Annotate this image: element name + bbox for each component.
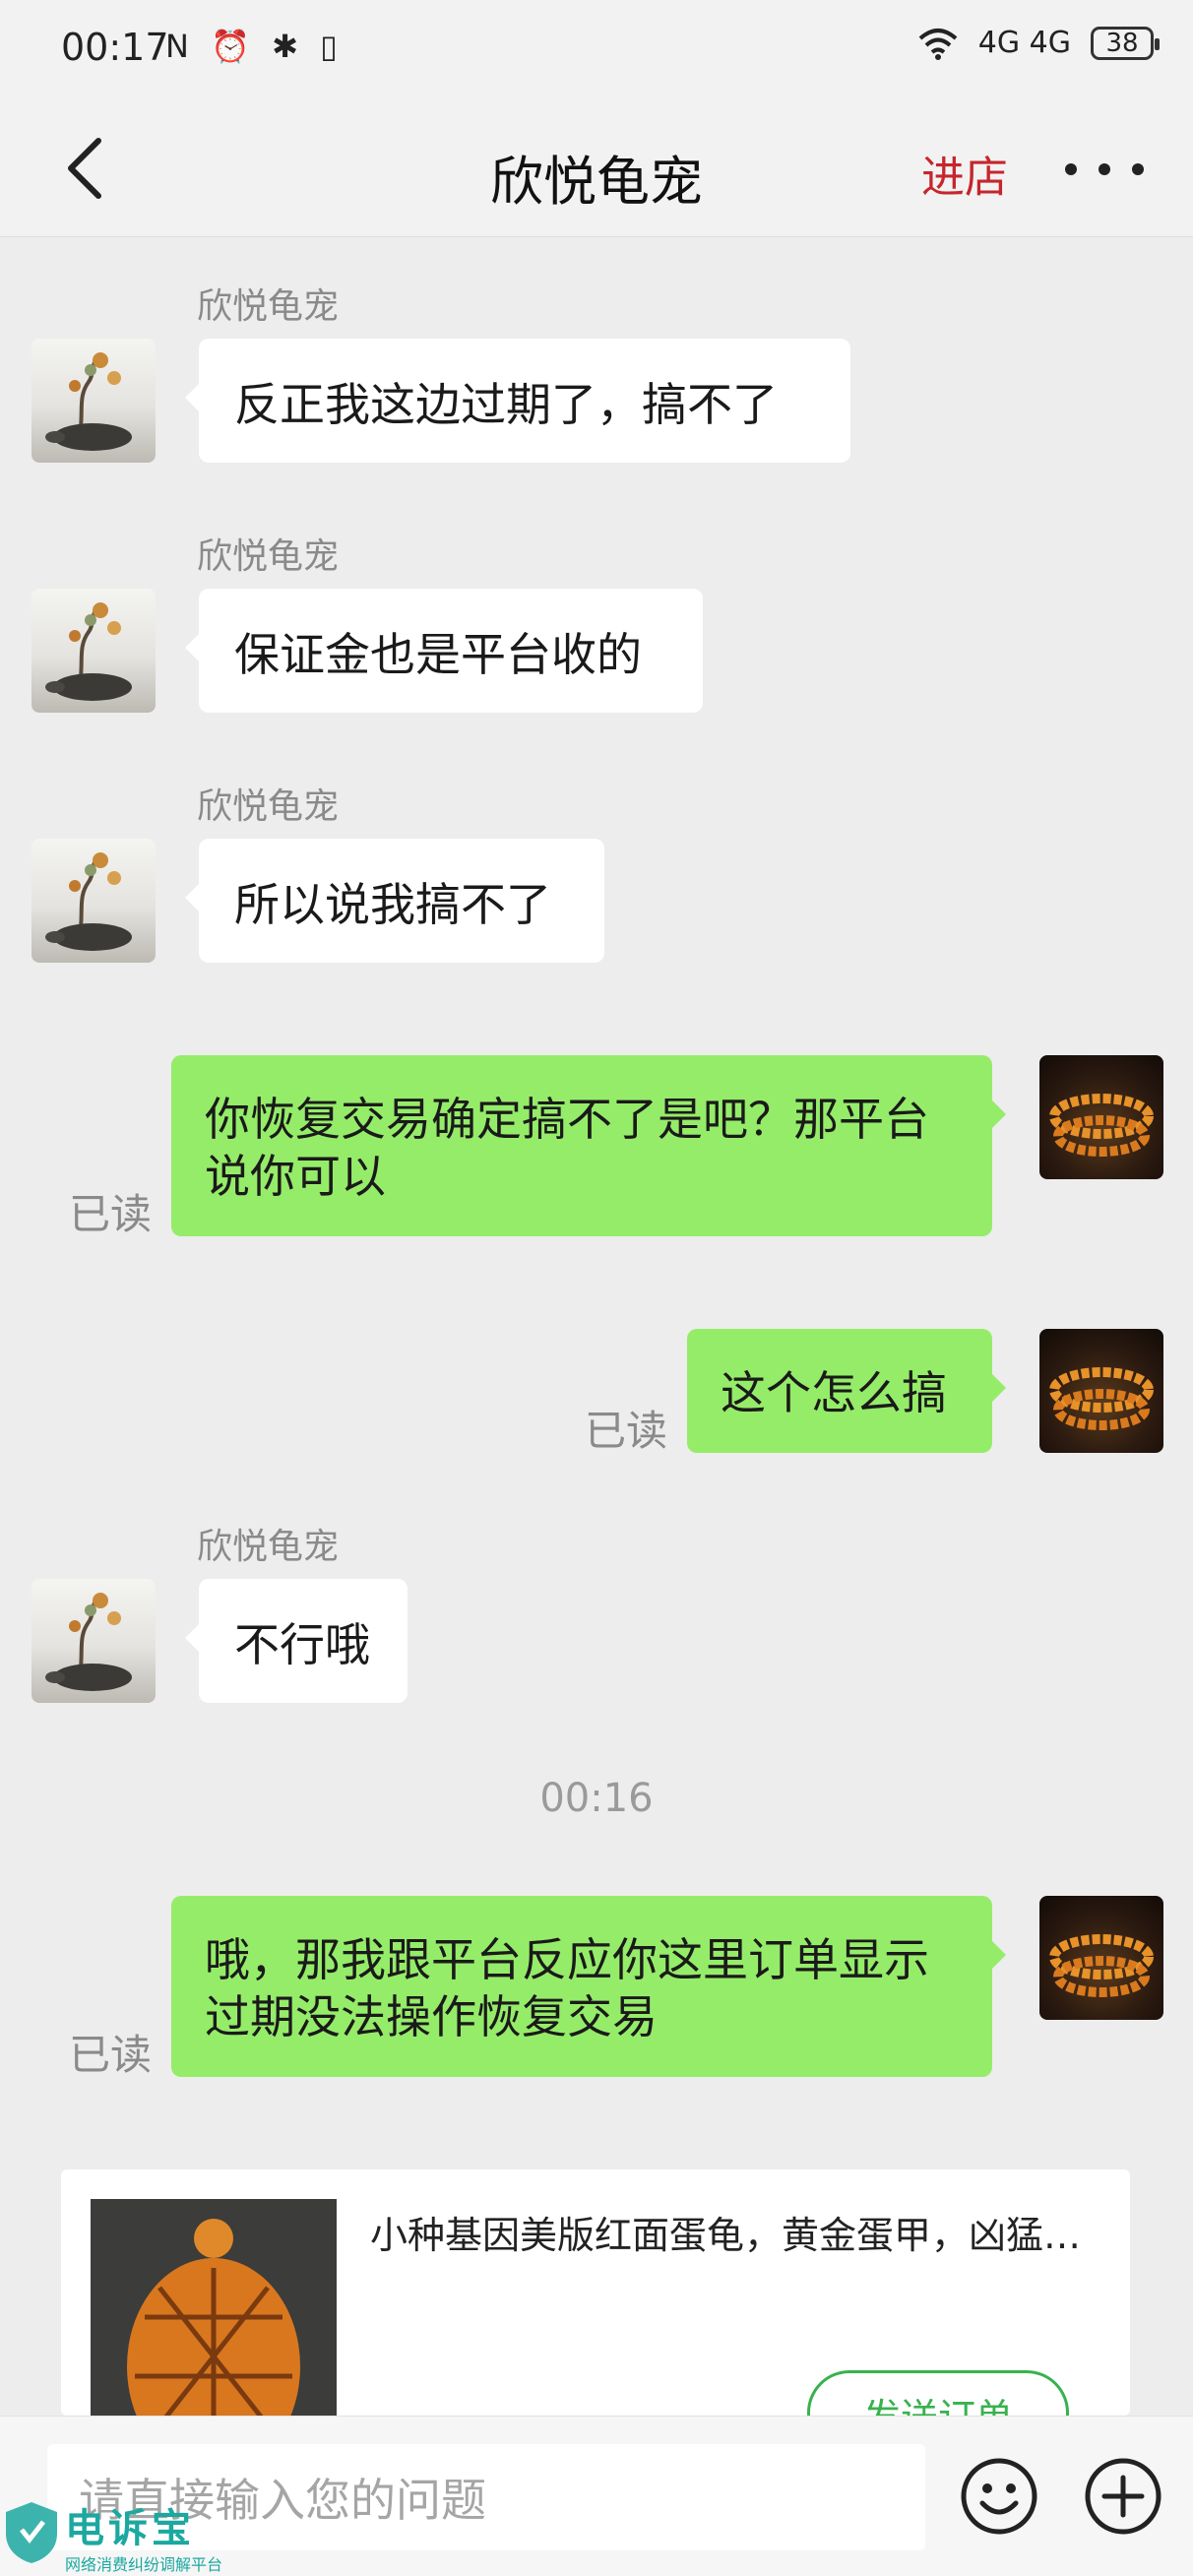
status-time: 00:17 — [61, 26, 169, 69]
smiley-icon — [961, 2458, 1037, 2535]
user-avatar[interactable] — [1039, 1329, 1163, 1453]
read-receipt: 已读 — [69, 2031, 153, 2079]
shield-logo-icon — [6, 2502, 57, 2563]
more-actions-button[interactable] — [1083, 2456, 1163, 2537]
status-right-group: 4G 4G 38 — [917, 26, 1160, 60]
enter-store-link[interactable]: 进店 — [921, 142, 1008, 205]
chat-header: 欣悦龟宠 进店 — [0, 98, 1193, 237]
turtle-bonsai-icon — [45, 852, 132, 951]
emoji-button[interactable] — [959, 2456, 1039, 2537]
turtle-shell-icon — [91, 2199, 337, 2416]
sender-name: 欣悦龟宠 — [197, 786, 340, 827]
incoming-message-bubble[interactable]: 保证金也是平台收的 — [185, 589, 703, 713]
merchant-avatar[interactable] — [31, 839, 156, 963]
wifi-icon — [918, 28, 958, 60]
sender-name: 欣悦龟宠 — [197, 1527, 340, 1567]
back-button[interactable] — [55, 134, 114, 203]
plus-circle-icon — [1085, 2458, 1162, 2535]
merchant-avatar[interactable] — [31, 339, 156, 463]
turtle-bonsai-icon — [45, 602, 132, 701]
status-bar: 00:17 N ⏰ ✱ ▯ 4G 4G 38 — [0, 0, 1193, 98]
signal-icon: 4G 4G — [977, 26, 1071, 60]
battery-icon: 38 — [1091, 26, 1160, 60]
status-indicator-icons: N ⏰ ✱ ▯ — [165, 28, 344, 65]
battery-level: 38 — [1105, 28, 1139, 58]
outgoing-message-bubble[interactable]: 你恢复交易确定搞不了是吧？那平台说你可以 — [171, 1055, 1006, 1236]
more-dot-icon — [1132, 163, 1144, 175]
watermark-text: 电诉宝 — [65, 2506, 195, 2551]
send-order-button[interactable]: 发送订单 — [807, 2370, 1069, 2416]
incoming-message-bubble[interactable]: 不行哦 — [185, 1579, 408, 1703]
chevron-left-icon — [68, 138, 101, 199]
sender-name: 欣悦龟宠 — [197, 286, 340, 327]
more-options-button[interactable] — [1065, 150, 1144, 189]
turtle-bonsai-icon — [45, 352, 132, 451]
message-timestamp: 00:16 — [539, 1776, 654, 1821]
product-thumbnail[interactable] — [91, 2199, 337, 2416]
incoming-message-bubble[interactable]: 反正我这边过期了，搞不了 — [185, 339, 850, 463]
incoming-message-bubble[interactable]: 所以说我搞不了 — [185, 839, 604, 963]
sender-name: 欣悦龟宠 — [197, 536, 340, 577]
amber-beads-icon — [1049, 1367, 1154, 1430]
amber-beads-icon — [1049, 1094, 1154, 1157]
more-dot-icon — [1099, 163, 1110, 175]
amber-beads-icon — [1049, 1934, 1154, 1997]
read-receipt: 已读 — [69, 1190, 153, 1238]
more-dot-icon — [1065, 163, 1077, 175]
watermark: 电诉宝 网络消费纠纷调解平台 — [0, 2496, 226, 2575]
watermark-subtext: 网络消费纠纷调解平台 — [65, 2555, 223, 2574]
product-title[interactable]: 小种基因美版红面蛋龟，黄金蛋甲，凶猛… — [370, 2205, 1099, 2259]
turtle-bonsai-icon — [45, 1593, 132, 1691]
read-receipt: 已读 — [585, 1407, 668, 1455]
merchant-avatar[interactable] — [31, 589, 156, 713]
product-card[interactable]: 小种基因美版红面蛋龟，黄金蛋甲，凶猛… 发送订单 — [61, 2169, 1130, 2416]
user-avatar[interactable] — [1039, 1896, 1163, 2020]
chat-title: 欣悦龟宠 — [490, 151, 703, 213]
outgoing-message-bubble[interactable]: 哦，那我跟平台反应你这里订单显示过期没法操作恢复交易 — [171, 1896, 1006, 2077]
user-avatar[interactable] — [1039, 1055, 1163, 1179]
outgoing-message-bubble[interactable]: 这个怎么搞 — [687, 1329, 1006, 1453]
merchant-avatar[interactable] — [31, 1579, 156, 1703]
